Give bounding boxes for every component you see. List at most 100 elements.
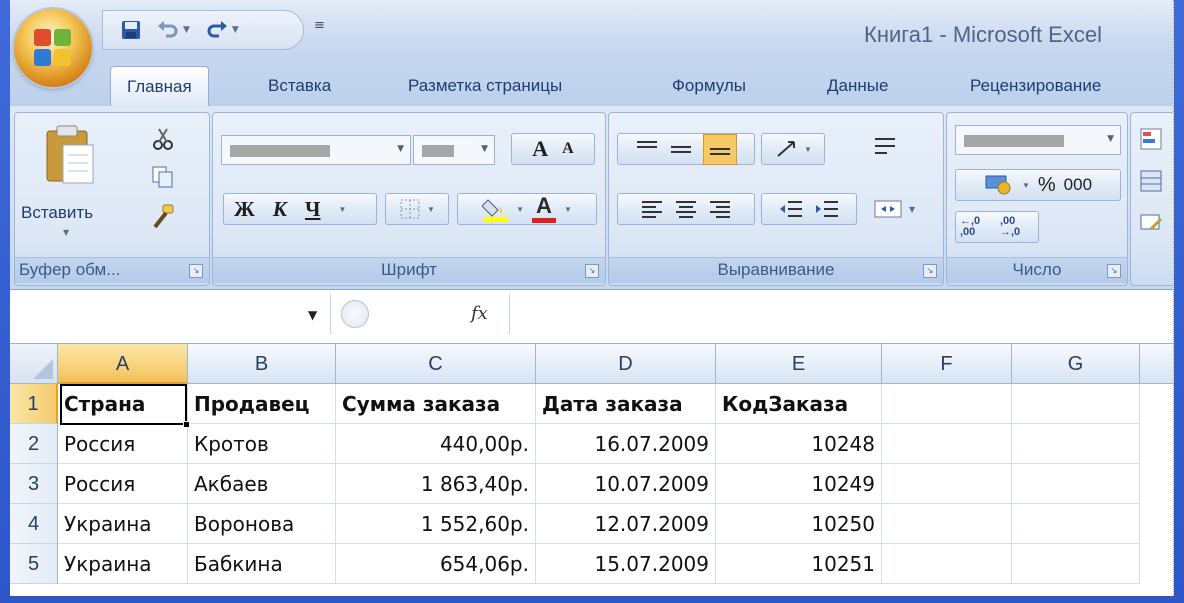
thousands-button[interactable]: 000 [1064, 175, 1092, 195]
chevron-down-icon[interactable]: ▼ [63, 228, 69, 237]
chevron-down-icon[interactable]: ▼ [1022, 181, 1030, 190]
align-left-icon[interactable] [640, 198, 664, 220]
cell-d2[interactable]: 16.07.2009 [536, 424, 716, 464]
chevron-down-icon[interactable]: ▼ [804, 145, 812, 154]
cancel-icon[interactable] [341, 300, 369, 328]
cell-d4[interactable]: 12.07.2009 [536, 504, 716, 544]
chevron-down-icon[interactable]: ▼ [1107, 134, 1114, 144]
column-header-c[interactable]: C [336, 344, 536, 384]
row-header-4[interactable]: 4 [10, 504, 58, 544]
dialog-launcher-icon[interactable]: ↘ [189, 264, 203, 278]
column-header-e[interactable]: E [716, 344, 882, 384]
cell-a3[interactable]: Россия [58, 464, 188, 504]
chevron-down-icon[interactable]: ▼ [481, 144, 488, 154]
align-bottom-icon[interactable] [703, 133, 737, 165]
cell-e4[interactable]: 10250 [716, 504, 882, 544]
cell-f5[interactable] [882, 544, 1012, 584]
cell-a2[interactable]: Россия [58, 424, 188, 464]
orientation-button[interactable]: ▼ [761, 133, 825, 165]
tab-insert[interactable]: Вставка [268, 76, 331, 96]
dialog-launcher-icon[interactable]: ↘ [585, 264, 599, 278]
paste-button[interactable]: Вставить ▼ [21, 123, 111, 243]
row-header-3[interactable]: 3 [10, 464, 58, 504]
tab-data[interactable]: Данные [827, 76, 888, 96]
format-painter-icon[interactable] [149, 203, 177, 231]
align-right-icon[interactable] [708, 198, 732, 220]
cell-styles-icon[interactable] [1139, 211, 1163, 235]
increase-decimal-button[interactable]: ←,0 ,00 [960, 216, 994, 238]
cell-a5[interactable]: Украина [58, 544, 188, 584]
copy-icon[interactable] [151, 165, 175, 189]
borders-button[interactable]: ▼ [385, 193, 449, 225]
cell-g2[interactable] [1012, 424, 1140, 464]
cell-d3[interactable]: 10.07.2009 [536, 464, 716, 504]
tab-home[interactable]: Главная [110, 66, 209, 110]
tab-page-layout[interactable]: Разметка страницы [408, 76, 562, 96]
cell-d1[interactable]: Дата заказа [536, 384, 716, 424]
column-header-a[interactable]: A [58, 344, 188, 384]
chevron-down-icon[interactable]: ▼ [564, 205, 572, 214]
customize-icon[interactable]: ≡ [314, 18, 325, 33]
font-name-combo[interactable]: ▼ [221, 135, 411, 165]
column-header-f[interactable]: F [882, 344, 1012, 384]
cell-g3[interactable] [1012, 464, 1140, 504]
column-header-partial[interactable] [1140, 344, 1173, 384]
cell-c5[interactable]: 654,06р. [336, 544, 536, 584]
office-button[interactable] [14, 9, 92, 87]
row-header-5[interactable]: 5 [10, 544, 58, 584]
chevron-down-icon[interactable]: ▼ [308, 308, 317, 322]
chevron-down-icon[interactable]: ▼ [909, 205, 915, 214]
redo-icon[interactable]: ▼ [206, 20, 239, 40]
tab-review[interactable]: Рецензирование [970, 76, 1101, 96]
dialog-launcher-icon[interactable]: ↘ [1107, 264, 1121, 278]
select-all-button[interactable] [10, 344, 58, 384]
number-format-combo[interactable]: ▼ [955, 125, 1121, 155]
name-box[interactable] [10, 298, 332, 332]
cell-c4[interactable]: 1 552,60р. [336, 504, 536, 544]
chevron-down-icon[interactable]: ▼ [516, 205, 524, 214]
cell-f2[interactable] [882, 424, 1012, 464]
merge-center-button[interactable]: ▼ [873, 197, 933, 225]
grow-font-button[interactable]: A [532, 136, 548, 162]
chevron-down-icon[interactable]: ▼ [232, 25, 239, 35]
decrease-decimal-button[interactable]: ,00 →,0 [1000, 216, 1034, 238]
cell-b2[interactable]: Кротов [188, 424, 336, 464]
row-header-1[interactable]: 1 [10, 384, 58, 424]
cell-c1[interactable]: Сумма заказа [336, 384, 536, 424]
chevron-down-icon[interactable]: ▼ [338, 205, 346, 214]
chevron-down-icon[interactable]: ▼ [183, 25, 190, 35]
increase-indent-icon[interactable] [814, 198, 840, 220]
cell-g1[interactable] [1012, 384, 1140, 424]
align-center-icon[interactable] [674, 198, 698, 220]
fill-handle[interactable] [183, 421, 190, 428]
cell-e1[interactable]: КодЗаказа [716, 384, 882, 424]
column-header-g[interactable]: G [1012, 344, 1140, 384]
cut-icon[interactable] [151, 127, 175, 151]
cell-g5[interactable] [1012, 544, 1140, 584]
row-header-2[interactable]: 2 [10, 424, 58, 464]
font-color-icon[interactable]: A [530, 195, 558, 223]
formula-input[interactable] [512, 294, 1172, 334]
cell-b3[interactable]: Акбаев [188, 464, 336, 504]
conditional-format-icon[interactable] [1139, 127, 1163, 151]
italic-button[interactable]: К [273, 197, 287, 222]
cell-f4[interactable] [882, 504, 1012, 544]
decrease-indent-icon[interactable] [778, 198, 804, 220]
cell-f1[interactable] [882, 384, 1012, 424]
underline-button[interactable]: Ч [305, 197, 320, 222]
cell-e2[interactable]: 10248 [716, 424, 882, 464]
chevron-down-icon[interactable]: ▼ [397, 144, 404, 154]
cell-g4[interactable] [1012, 504, 1140, 544]
align-middle-icon[interactable] [669, 139, 693, 159]
insert-function-icon[interactable]: fx [471, 303, 488, 324]
shrink-font-button[interactable]: A [562, 140, 574, 158]
fill-color-icon[interactable] [481, 196, 510, 222]
cell-b5[interactable]: Бабкина [188, 544, 336, 584]
chevron-down-icon[interactable]: ▼ [427, 205, 435, 214]
align-top-icon[interactable] [635, 139, 659, 159]
cell-d5[interactable]: 15.07.2009 [536, 544, 716, 584]
save-icon[interactable] [121, 20, 141, 40]
cell-f3[interactable] [882, 464, 1012, 504]
wrap-text-icon[interactable] [871, 135, 901, 161]
column-header-b[interactable]: B [188, 344, 336, 384]
